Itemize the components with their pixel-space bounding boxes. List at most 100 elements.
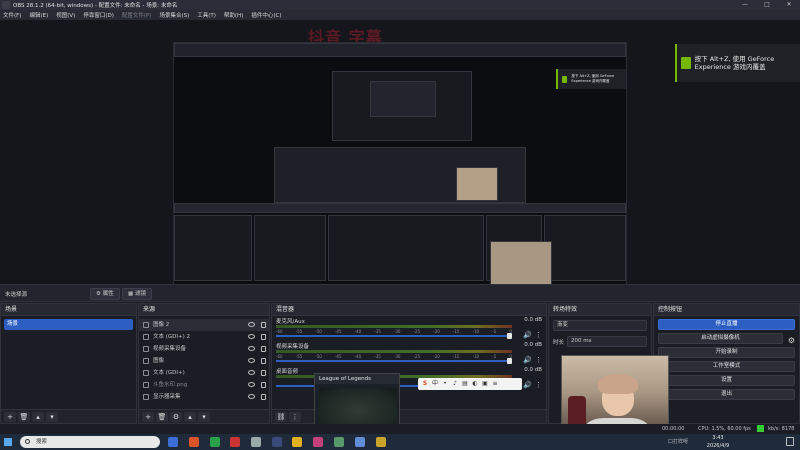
sources-footer: + 🗑 ⚙ ▴ ▾ <box>139 409 269 423</box>
source-settings-button[interactable]: ⚙ <box>170 411 182 422</box>
app-lol-icon[interactable] <box>376 437 386 447</box>
app-pin-icon[interactable] <box>334 437 344 447</box>
transition-select[interactable]: 渐变 <box>553 320 647 331</box>
minimize-button[interactable]: — <box>734 0 756 10</box>
source-item[interactable]: 视频采集设备 <box>139 343 269 355</box>
speaker-icon[interactable]: 🔊 <box>523 381 532 389</box>
windows-start-icon[interactable] <box>4 438 12 446</box>
lock-icon[interactable] <box>261 334 266 340</box>
remove-source-button[interactable]: 🗑 <box>156 411 168 422</box>
speaker-icon[interactable]: 🔊 <box>523 331 532 339</box>
preview-area[interactable]: 抖音 字幕 按下 Alt+Z, 使用 GeForce Experience 游戏… <box>0 20 800 298</box>
menu-edit[interactable]: 编辑(E) <box>29 11 48 19</box>
add-scene-button[interactable]: + <box>4 411 16 422</box>
track-menu-button[interactable]: ⋮ <box>535 356 542 364</box>
move-down-button[interactable]: ▾ <box>46 411 58 422</box>
status-bar: 00:00:00 CPU: 1.5%, 60.00 fps kb/s: 8178 <box>0 424 800 434</box>
visibility-eye-icon[interactable] <box>248 370 255 375</box>
app-video-icon[interactable] <box>313 437 323 447</box>
fader-knob[interactable] <box>507 333 512 339</box>
filters-button[interactable]: ▦ 滤镜 <box>122 288 152 300</box>
properties-button[interactable]: ⚙ 属性 <box>90 288 120 300</box>
visibility-eye-icon[interactable] <box>248 382 255 387</box>
toolbox-icon[interactable]: ▣ <box>481 380 489 388</box>
lock-icon[interactable] <box>261 394 266 400</box>
taskbar-search[interactable]: 搜索 <box>20 436 160 448</box>
app-g-icon[interactable] <box>189 437 199 447</box>
volume-meter <box>276 325 512 328</box>
move-up-button[interactable]: ▴ <box>32 411 44 422</box>
fader-knob[interactable] <box>507 358 512 364</box>
volume-fader[interactable] <box>276 358 512 364</box>
add-source-button[interactable]: + <box>142 411 154 422</box>
nested-scenes-dock <box>174 215 252 281</box>
lock-icon[interactable] <box>261 346 266 352</box>
league-window[interactable]: League of Legends <box>314 373 400 428</box>
start-recording-button[interactable]: 开始录制 <box>658 347 795 358</box>
app-folder-icon[interactable] <box>292 437 302 447</box>
remove-scene-button[interactable]: 🗑 <box>18 411 30 422</box>
lock-icon[interactable] <box>261 322 266 328</box>
visibility-eye-icon[interactable] <box>248 334 255 339</box>
mixer-link-button[interactable]: ⛓ <box>275 411 287 422</box>
clock-date: 2026/4/9 <box>706 443 730 449</box>
app-game-icon[interactable] <box>272 437 282 447</box>
maximize-button[interactable]: □ <box>756 0 778 10</box>
tray-hidden-label: 口打样呀 <box>668 439 689 445</box>
duration-input[interactable]: 200 ms <box>567 336 647 347</box>
menu-docks[interactable]: 停靠窗口(D) <box>83 11 114 19</box>
menu-help[interactable]: 帮助(H) <box>224 11 243 19</box>
scene-item[interactable]: 场景 <box>4 319 133 330</box>
nested-sources-dock <box>254 215 326 281</box>
app-wechat-icon[interactable] <box>210 437 220 447</box>
text-icon <box>143 334 149 340</box>
menu-file[interactable]: 文件(F) <box>3 11 21 19</box>
mixer-menu-button[interactable]: ⋮ <box>289 411 301 422</box>
ime-punct-icon[interactable]: • <box>441 380 449 388</box>
exit-button[interactable]: 退出 <box>658 389 795 400</box>
speaker-icon[interactable]: 🔊 <box>523 356 532 364</box>
menu-plugins[interactable]: 插件中心(C) <box>251 11 281 19</box>
source-item[interactable]: 文本 (GDI+) <box>139 367 269 379</box>
source-item[interactable]: 文本 (GDI+) 2 <box>139 331 269 343</box>
settings-button[interactable]: 设置 <box>658 375 795 386</box>
menu-scene-collection[interactable]: 场景集合(S) <box>159 11 189 19</box>
move-down-button[interactable]: ▾ <box>198 411 210 422</box>
visibility-eye-icon[interactable] <box>248 394 255 399</box>
close-button[interactable]: ✕ <box>778 0 800 10</box>
move-up-button[interactable]: ▴ <box>184 411 196 422</box>
ime-menu-icon[interactable]: ≡ <box>491 380 499 388</box>
notification-icon[interactable] <box>786 437 794 446</box>
start-virtual-camera-button[interactable]: 启动虚拟摄像机 <box>658 333 783 344</box>
menu-profile[interactable]: 配置文件(P) <box>122 11 152 19</box>
source-item[interactable]: 斗鱼水印.png <box>139 379 269 391</box>
source-item[interactable]: 显示器采集 <box>139 391 269 403</box>
lock-icon[interactable] <box>261 358 266 364</box>
sogou-icon[interactable]: S <box>421 380 429 388</box>
skin-icon[interactable]: ◐ <box>471 380 479 388</box>
visibility-eye-icon[interactable] <box>248 322 255 327</box>
lock-icon[interactable] <box>261 370 266 376</box>
stop-streaming-button[interactable]: 停止直播 <box>658 319 795 330</box>
virtual-camera-settings-icon[interactable]: ⚙ <box>788 336 795 345</box>
app-obs-icon[interactable] <box>230 437 240 447</box>
mic-icon[interactable]: ♪ <box>451 380 459 388</box>
track-menu-button[interactable]: ⋮ <box>535 381 542 389</box>
menu-tools[interactable]: 工具(T) <box>197 11 216 19</box>
visibility-eye-icon[interactable] <box>248 358 255 363</box>
visibility-eye-icon[interactable] <box>248 346 255 351</box>
ime-chinese-icon[interactable]: 中 <box>431 380 439 388</box>
source-item[interactable]: 图像 <box>139 355 269 367</box>
track-menu-button[interactable]: ⋮ <box>535 331 542 339</box>
studio-mode-button[interactable]: 工作室模式 <box>658 361 795 372</box>
app-edge-icon[interactable] <box>355 437 365 447</box>
app-plane-icon[interactable] <box>251 437 261 447</box>
volume-fader[interactable] <box>276 333 512 339</box>
preview-canvas[interactable]: 按下 Alt+Z, 使用 GeForce Experience 游戏内覆盖 <box>173 42 627 298</box>
source-item[interactable]: 图像 2 <box>139 319 269 331</box>
taskbar-clock[interactable]: 3:43 2026/4/9 <box>698 434 738 450</box>
keyboard-icon[interactable]: ▤ <box>461 380 469 388</box>
app-k-icon[interactable] <box>168 437 178 447</box>
menu-view[interactable]: 视图(V) <box>56 11 75 19</box>
lock-icon[interactable] <box>261 382 266 388</box>
